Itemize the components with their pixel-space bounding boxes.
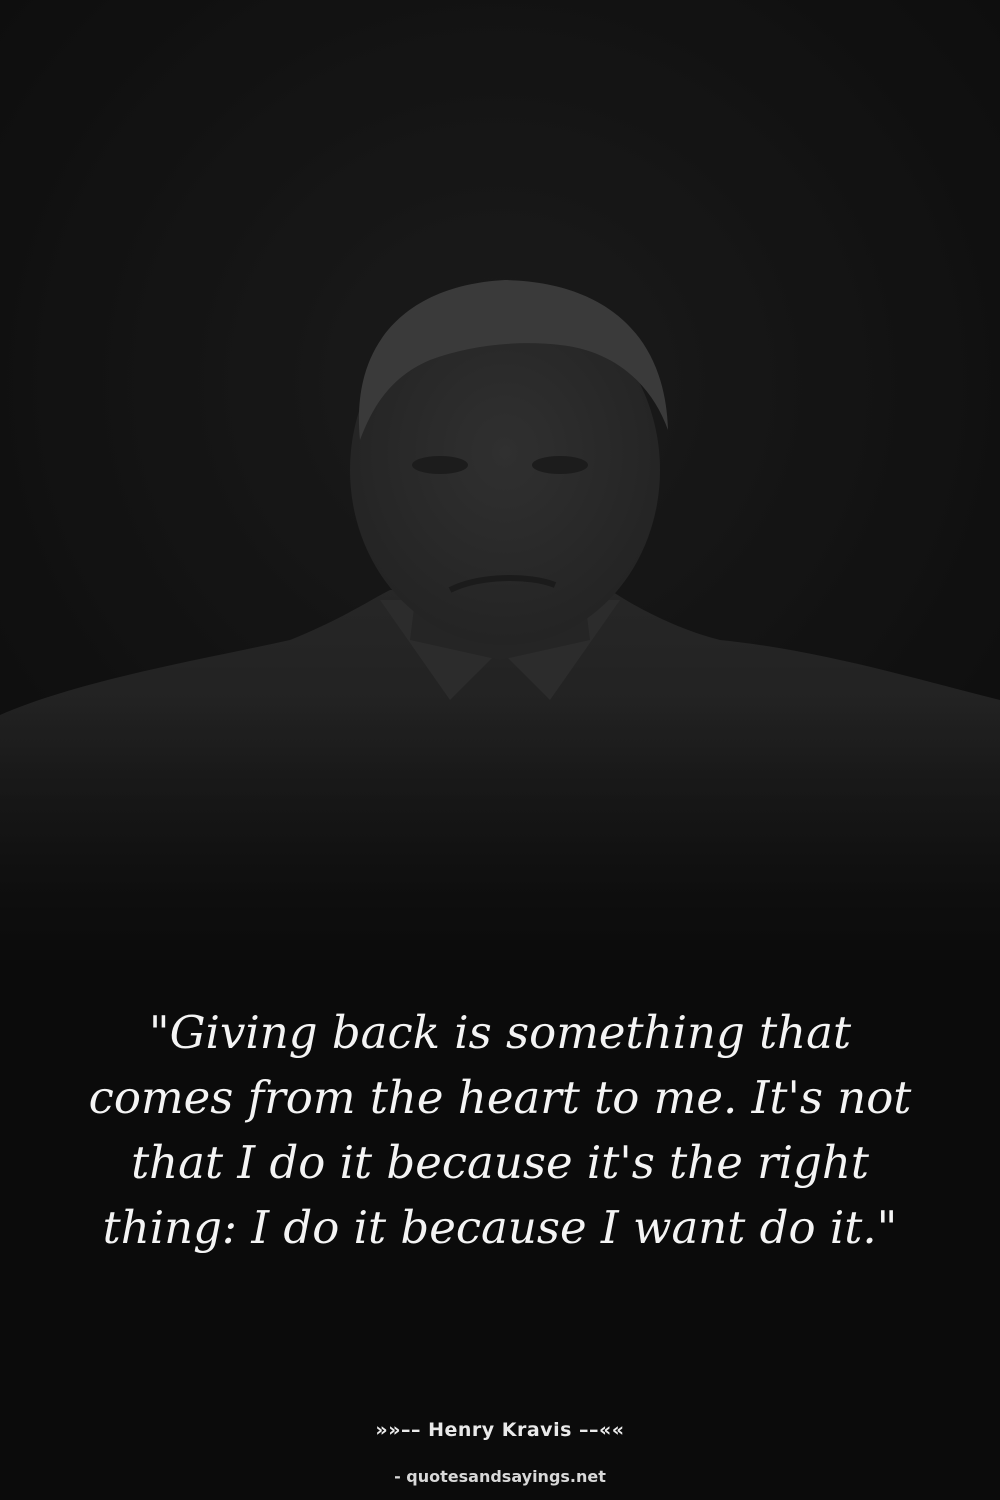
quote-text: "Giving back is something that comes fro… [88, 1006, 912, 1254]
author-line: »»–– Henry Kravis ––«« [375, 1419, 625, 1441]
photo-fade-overlay [0, 700, 1000, 1000]
quote-poster: "Giving back is something that comes fro… [0, 0, 1000, 1500]
source-credit: - quotesandsayings.net [394, 1467, 606, 1486]
